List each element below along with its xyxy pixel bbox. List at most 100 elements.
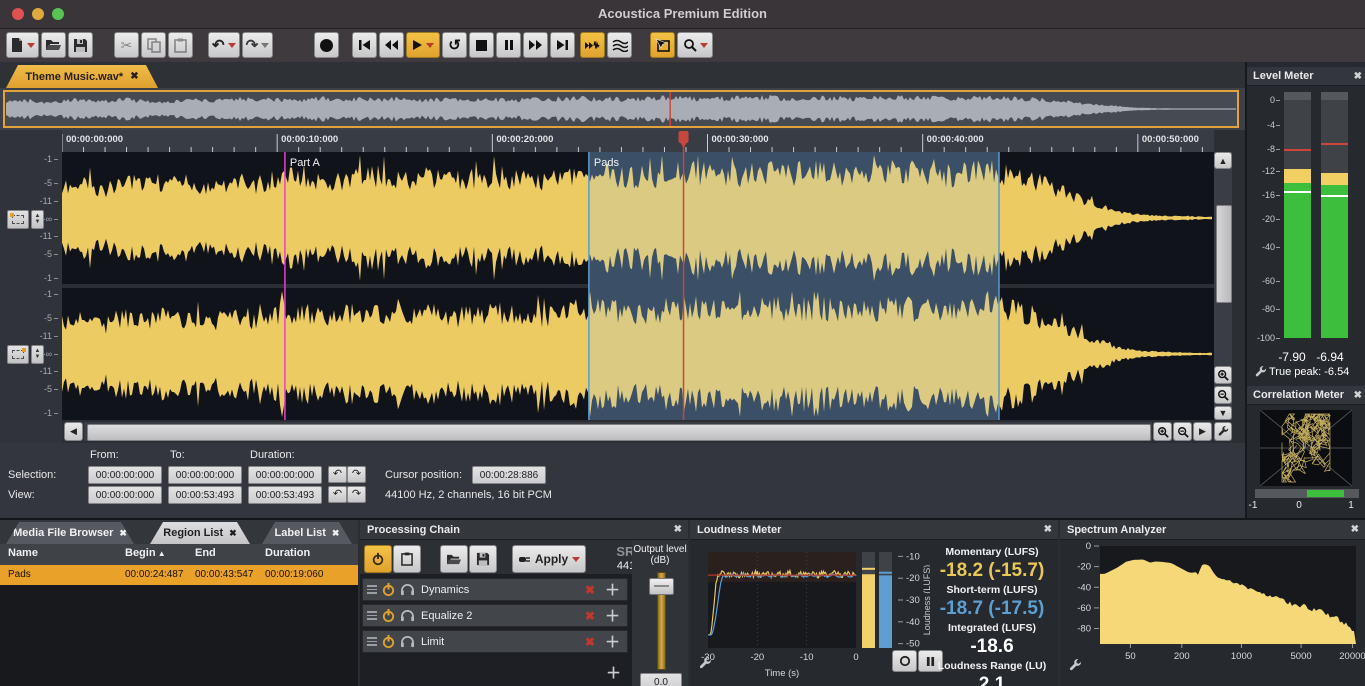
pause-button[interactable] (496, 32, 521, 58)
scroll-down-button[interactable]: ▼ (1214, 406, 1232, 420)
loudness-meter-header[interactable]: Loudness Meter ✖ (690, 520, 1058, 540)
file-panel-tab-label-list[interactable]: Label List✖ (262, 522, 352, 544)
undo-button[interactable]: ↶ (208, 32, 240, 58)
spectrum-analyzer-header[interactable]: Spectrum Analyzer ✖ (1060, 520, 1365, 540)
selection-duration-field[interactable]: 00:00:00:000 (248, 466, 322, 484)
selection-redo-button[interactable]: ↷ (347, 466, 366, 483)
processing-chain-close-icon[interactable]: ✖ (674, 520, 682, 540)
chain-add-row[interactable]: ＋ (362, 662, 628, 683)
processing-chain-header[interactable]: Processing Chain ✖ (360, 520, 688, 540)
waveform-editor[interactable]: Part APads (62, 152, 1214, 425)
stop-button[interactable] (469, 32, 494, 58)
remove-effect-icon[interactable]: ✖ (585, 635, 595, 649)
file-panel-tab-region-list[interactable]: Region List✖ (150, 522, 250, 544)
scrub-tool-button[interactable] (580, 32, 605, 58)
spectrum-analyzer-close-icon[interactable]: ✖ (1351, 520, 1359, 540)
correlation-meter-close-icon[interactable]: ✖ (1354, 386, 1362, 405)
channel-spinner[interactable]: ▲▼ (31, 210, 44, 229)
selection-to-field[interactable]: 00:00:00:000 (168, 466, 242, 484)
editor-settings-button[interactable] (1214, 422, 1232, 441)
loudness-settings-icon[interactable] (698, 656, 713, 671)
correlation-meter-header[interactable]: Correlation Meter ✖ (1247, 386, 1365, 405)
horizontal-scroll-thumb[interactable] (87, 424, 1151, 441)
open-file-button[interactable] (41, 32, 66, 58)
go-to-start-button[interactable] (352, 32, 377, 58)
add-effect-icon[interactable]: ＋ (606, 665, 621, 682)
spectral-view-button[interactable] (607, 32, 632, 58)
output-slider-handle[interactable] (649, 578, 674, 595)
scroll-right-button[interactable]: ▶ (1193, 422, 1212, 441)
spectrum-settings-icon[interactable] (1068, 658, 1083, 673)
cursor-position-field[interactable]: 00:00:28:886 (472, 466, 546, 484)
column-header-duration[interactable]: Duration (265, 547, 310, 559)
loudness-reset-button[interactable] (892, 650, 917, 672)
zoom-dropdown-icon[interactable] (700, 43, 708, 48)
drag-handle-icon[interactable] (367, 611, 377, 620)
undo-dropdown-icon[interactable] (228, 43, 236, 48)
zoom-tool-button[interactable] (677, 32, 713, 58)
solo-headphones-icon[interactable] (400, 609, 415, 622)
drag-handle-icon[interactable] (367, 585, 377, 594)
level-meter-header[interactable]: Level Meter ✖ (1247, 67, 1365, 86)
view-duration-field[interactable]: 00:00:53:493 (248, 486, 322, 504)
view-from-field[interactable]: 00:00:00:000 (88, 486, 162, 504)
channel-select-button[interactable] (7, 345, 29, 364)
selection-undo-button[interactable]: ↶ (328, 466, 347, 483)
tab-close-icon[interactable]: ✖ (229, 528, 237, 539)
scroll-up-button[interactable]: ▲ (1214, 152, 1232, 169)
apply-dropdown-icon[interactable] (572, 557, 580, 562)
effect-power-icon[interactable] (381, 634, 396, 649)
chain-apply-button[interactable]: Apply (512, 545, 586, 573)
paste-button[interactable] (168, 32, 193, 58)
chain-item-dynamics[interactable]: Dynamics✖＋ (362, 578, 628, 601)
file-panel-tab-media-file-browser[interactable]: Media File Browser✖ (6, 522, 134, 544)
play-button[interactable] (406, 32, 440, 58)
chain-item-limit[interactable]: Limit✖＋ (362, 630, 628, 653)
chain-open-button[interactable] (440, 545, 468, 573)
insert-effect-icon[interactable]: ＋ (605, 631, 620, 652)
channel-spinner[interactable]: ▲▼ (31, 345, 44, 364)
selection-tool-button[interactable] (650, 32, 675, 58)
insert-effect-icon[interactable]: ＋ (605, 579, 620, 600)
redo-dropdown-icon[interactable] (261, 43, 269, 48)
horizontal-zoom-in-button[interactable] (1153, 422, 1172, 441)
horizontal-zoom-out-button[interactable] (1173, 422, 1192, 441)
level-meter-settings-icon[interactable] (1254, 365, 1268, 379)
vertical-scroll-thumb[interactable] (1216, 205, 1232, 303)
tab-close-icon[interactable]: ✖ (332, 528, 340, 539)
chain-item-equalize-2[interactable]: Equalize 2✖＋ (362, 604, 628, 627)
column-header-begin[interactable]: Begin ▲ (125, 547, 166, 559)
rewind-button[interactable] (379, 32, 404, 58)
redo-button[interactable]: ↷ (242, 32, 274, 58)
new-file-button[interactable] (6, 32, 39, 58)
record-button[interactable] (314, 32, 339, 58)
channel-select-button[interactable] (7, 210, 29, 229)
fast-forward-button[interactable] (523, 32, 548, 58)
save-button[interactable] (68, 32, 93, 58)
remove-effect-icon[interactable]: ✖ (585, 583, 595, 597)
selection-from-field[interactable]: 00:00:00:000 (88, 466, 162, 484)
view-redo-button[interactable]: ↷ (347, 486, 366, 503)
table-row[interactable]: Pads00:00:24:48700:00:43:54700:00:19:060 (0, 565, 358, 585)
play-dropdown-icon[interactable] (426, 43, 434, 48)
region-list-header-row[interactable]: Name Begin ▲ End Duration (0, 544, 358, 565)
loudness-meter-close-icon[interactable]: ✖ (1044, 520, 1052, 540)
solo-headphones-icon[interactable] (400, 635, 415, 648)
solo-headphones-icon[interactable] (400, 583, 415, 596)
document-tab[interactable]: Theme Music.wav* ✖ (6, 65, 158, 88)
effect-power-icon[interactable] (381, 582, 396, 597)
effect-power-icon[interactable] (381, 608, 396, 623)
level-meter-close-icon[interactable]: ✖ (1354, 67, 1362, 86)
loop-playback-button[interactable]: ↺ (442, 32, 467, 58)
insert-effect-icon[interactable]: ＋ (605, 605, 620, 626)
cut-button[interactable]: ✂ (114, 32, 139, 58)
column-header-end[interactable]: End (195, 547, 216, 559)
scroll-left-button[interactable]: ◀ (64, 422, 83, 441)
new-file-dropdown-icon[interactable] (27, 43, 35, 48)
tab-close-icon[interactable]: ✖ (119, 528, 127, 539)
output-level-value[interactable]: 0.0 (640, 673, 682, 686)
view-to-field[interactable]: 00:00:53:493 (168, 486, 242, 504)
drag-handle-icon[interactable] (367, 637, 377, 646)
copy-button[interactable] (141, 32, 166, 58)
column-header-name[interactable]: Name (8, 547, 38, 559)
